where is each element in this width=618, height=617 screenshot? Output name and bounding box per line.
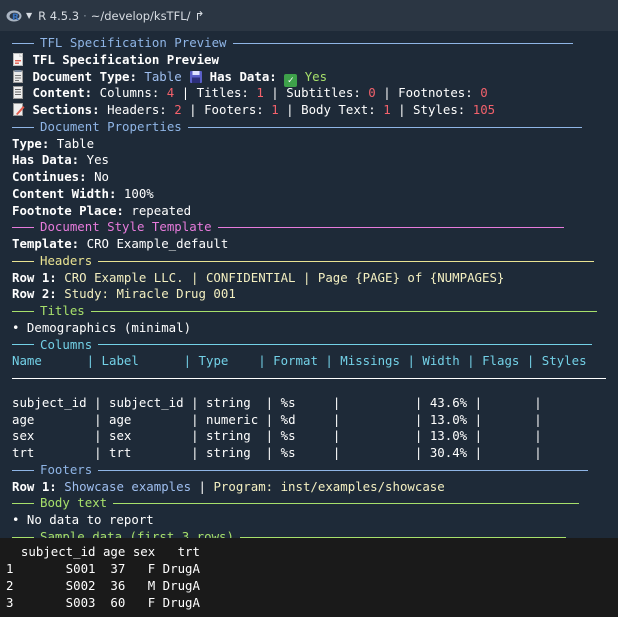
rule-headers: Headers bbox=[12, 253, 606, 270]
doctype-line: Document Type: Table Has Data: ✓ Yes bbox=[12, 69, 606, 87]
prop-line: Has Data: Yes bbox=[12, 152, 109, 168]
go-to-directory-icon[interactable]: ↱ bbox=[194, 9, 204, 23]
footer-row-line: Row 1: Showcase examples | Program: inst… bbox=[12, 478, 445, 494]
sample-header: subject_id age sex trt bbox=[6, 544, 200, 559]
sample-row: 3 S003 60 F DrugA bbox=[6, 595, 200, 610]
sample-data-output[interactable]: subject_id age sex trt 1 S001 37 F DrugA… bbox=[0, 538, 618, 617]
prop-line: Content Width: 100% bbox=[12, 185, 154, 201]
notepad-icon bbox=[12, 69, 25, 86]
columns-table-divider bbox=[12, 378, 606, 395]
header-row-line: Row 2: Study: Miracle Drug 001 bbox=[12, 286, 236, 302]
table-row: sex | sex | string | %s | | 13.0% | | bbox=[12, 428, 542, 444]
working-directory-link[interactable]: ~/develop/ksTFL/ bbox=[91, 9, 191, 23]
titlebar-separator: · bbox=[83, 8, 87, 23]
columns-table-header: Name | Label | Type | Format | Missings … bbox=[12, 353, 587, 369]
rule-document-properties: Document Properties bbox=[12, 119, 606, 136]
prop-line: Footnote Place: repeated bbox=[12, 202, 192, 218]
r-version-dropdown-icon[interactable]: ▼ bbox=[26, 11, 32, 20]
pencil-document-icon bbox=[12, 102, 25, 119]
sample-row: 2 S002 36 M DrugA bbox=[6, 578, 200, 593]
console-titlebar: R ▼ R 4.5.3 · ~/develop/ksTFL/ ↱ bbox=[0, 0, 618, 31]
rule-document-style-template: Document Style Template bbox=[12, 219, 606, 236]
rule-columns: Columns bbox=[12, 337, 606, 354]
sample-row: 1 S001 37 F DrugA bbox=[6, 561, 200, 576]
prop-line: Continues: No bbox=[12, 169, 109, 184]
page-icon bbox=[12, 85, 25, 102]
prop-line: Type: Table bbox=[12, 135, 95, 151]
table-row: subject_id | subject_id | string | %s | … bbox=[12, 394, 542, 410]
rule-titles: Titles bbox=[12, 303, 606, 320]
rule-tfl-spec: TFL Specification Preview bbox=[12, 35, 606, 52]
document-icon bbox=[12, 52, 25, 69]
console-output[interactable]: TFL Specification Preview TFL Specificat… bbox=[0, 31, 618, 544]
header-row-line: Row 1: CRO Example LLC. | CONFIDENTIAL |… bbox=[12, 269, 505, 285]
svg-text:R: R bbox=[12, 13, 19, 23]
body-item: • No data to report bbox=[12, 512, 154, 527]
table-row: trt | trt | string | %s | | 30.4% | | bbox=[12, 445, 542, 460]
spec-title-line: TFL Specification Preview bbox=[12, 52, 606, 69]
r-version-label: R 4.5.3 bbox=[38, 8, 80, 23]
title-item: • Demographics (minimal) bbox=[12, 319, 192, 335]
content-summary-line: Content: Columns: 4 | Titles: 1 | Subtit… bbox=[12, 85, 606, 102]
floppy-disk-icon bbox=[189, 69, 202, 86]
rule-footers: Footers bbox=[12, 462, 606, 479]
template-line: Template: CRO Example_default bbox=[12, 236, 229, 251]
rule-body-text: Body text bbox=[12, 495, 606, 512]
r-logo-icon[interactable]: R bbox=[6, 9, 23, 23]
sections-summary-line: Sections: Headers: 2 | Footers: 1 | Body… bbox=[12, 102, 606, 119]
table-row: age | age | numeric | %d | | 13.0% | | bbox=[12, 411, 542, 427]
